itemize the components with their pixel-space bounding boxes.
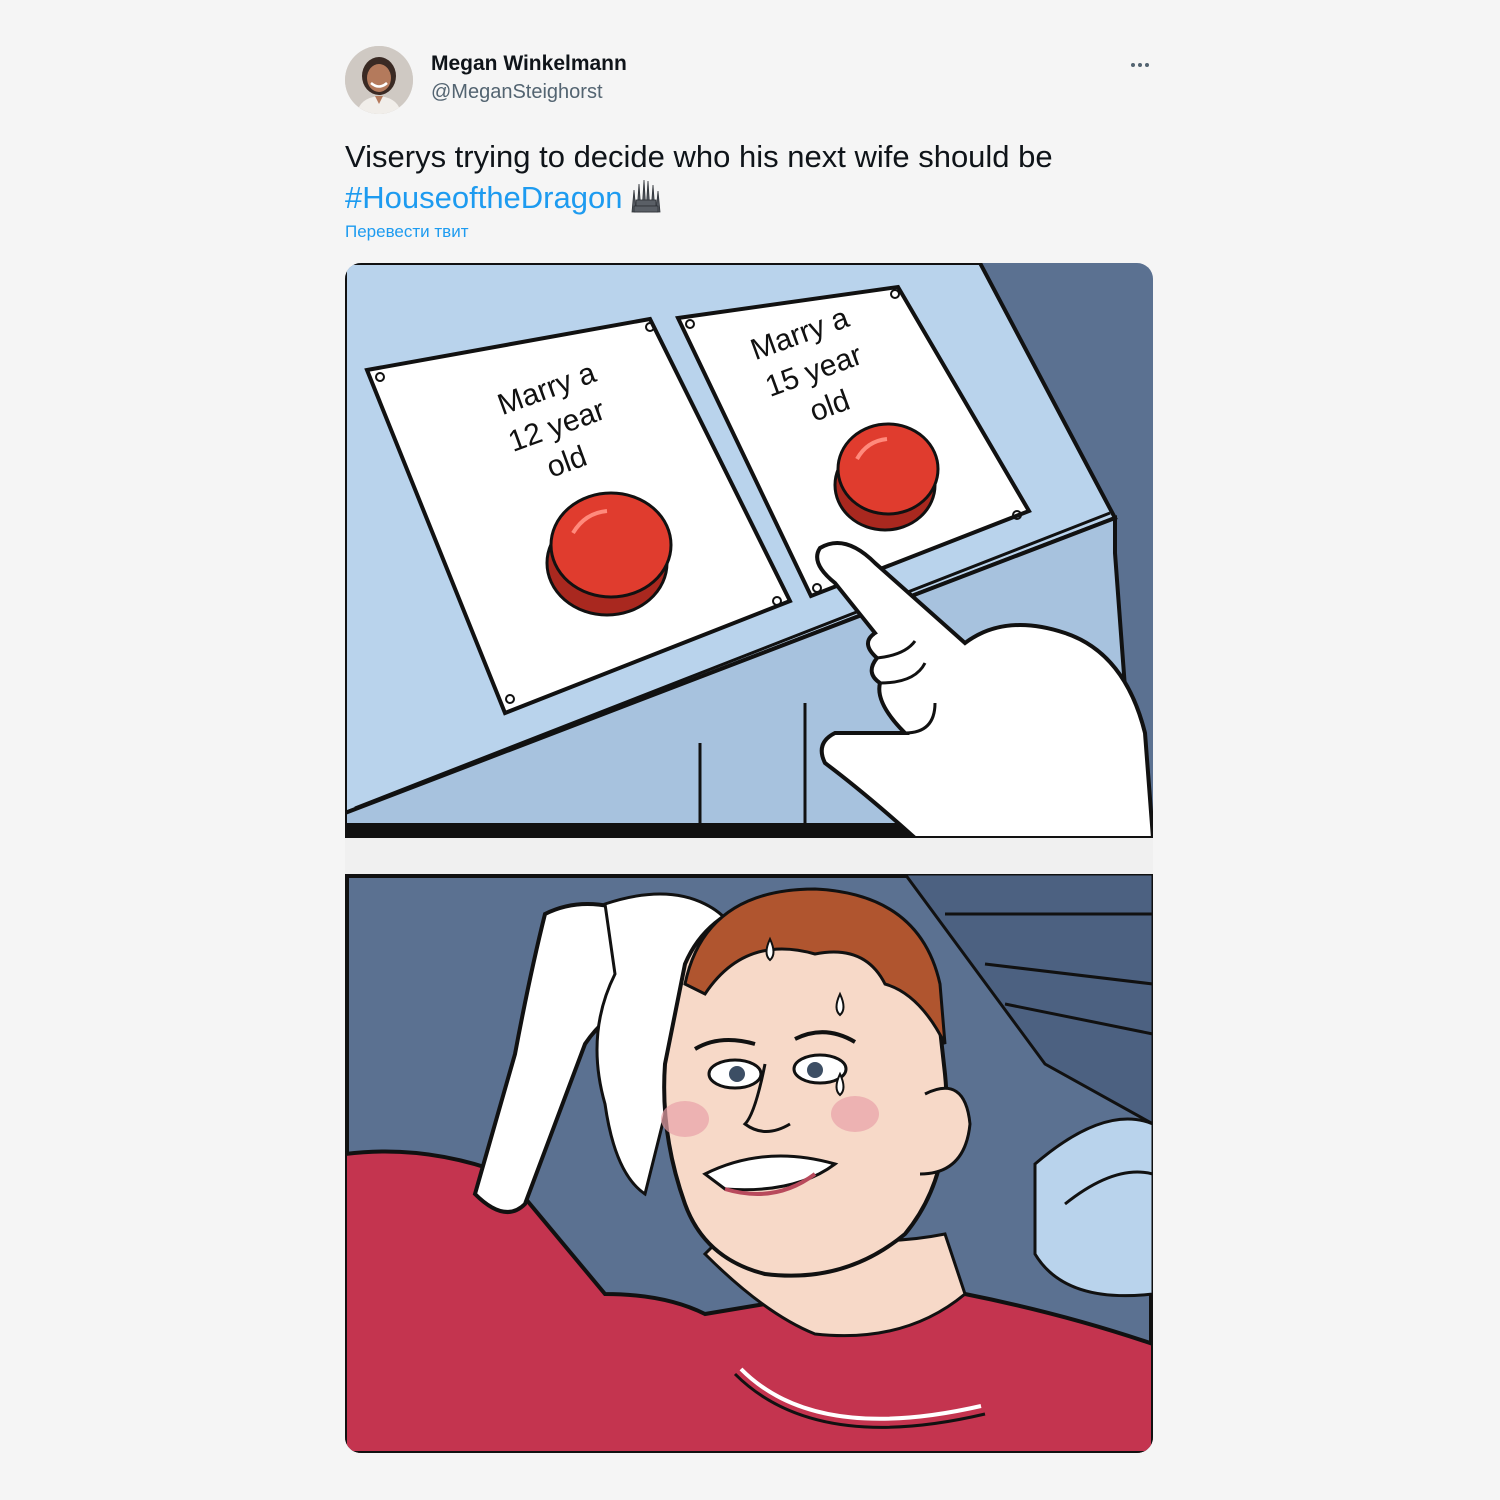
tweet-body: Viserys trying to decide who his next wi… — [345, 139, 1053, 174]
translate-tweet-link[interactable]: Перевести твит — [345, 222, 468, 242]
author-name[interactable]: Megan Winkelmann — [431, 52, 627, 76]
iron-throne-emoji-icon — [626, 178, 666, 214]
more-options-button[interactable] — [1125, 50, 1155, 80]
avatar[interactable] — [345, 46, 413, 114]
right-red-button — [833, 422, 940, 532]
hashtag-link[interactable]: #HouseoftheDragon — [345, 180, 622, 215]
meme-panel-sweating-man — [345, 874, 1153, 1453]
avatar-image — [345, 46, 413, 114]
author-handle[interactable]: @MeganSteighorst — [431, 81, 603, 104]
meme-panel-buttons: Marry a 12 year old Marry a 15 year old — [345, 263, 1153, 838]
panel-divider — [345, 838, 1153, 874]
tweet-text: Viserys trying to decide who his next wi… — [345, 136, 1155, 218]
left-red-button — [545, 491, 673, 617]
more-options-icon — [1131, 63, 1135, 67]
tweet-media[interactable]: Marry a 12 year old Marry a 15 year old — [345, 263, 1153, 1453]
